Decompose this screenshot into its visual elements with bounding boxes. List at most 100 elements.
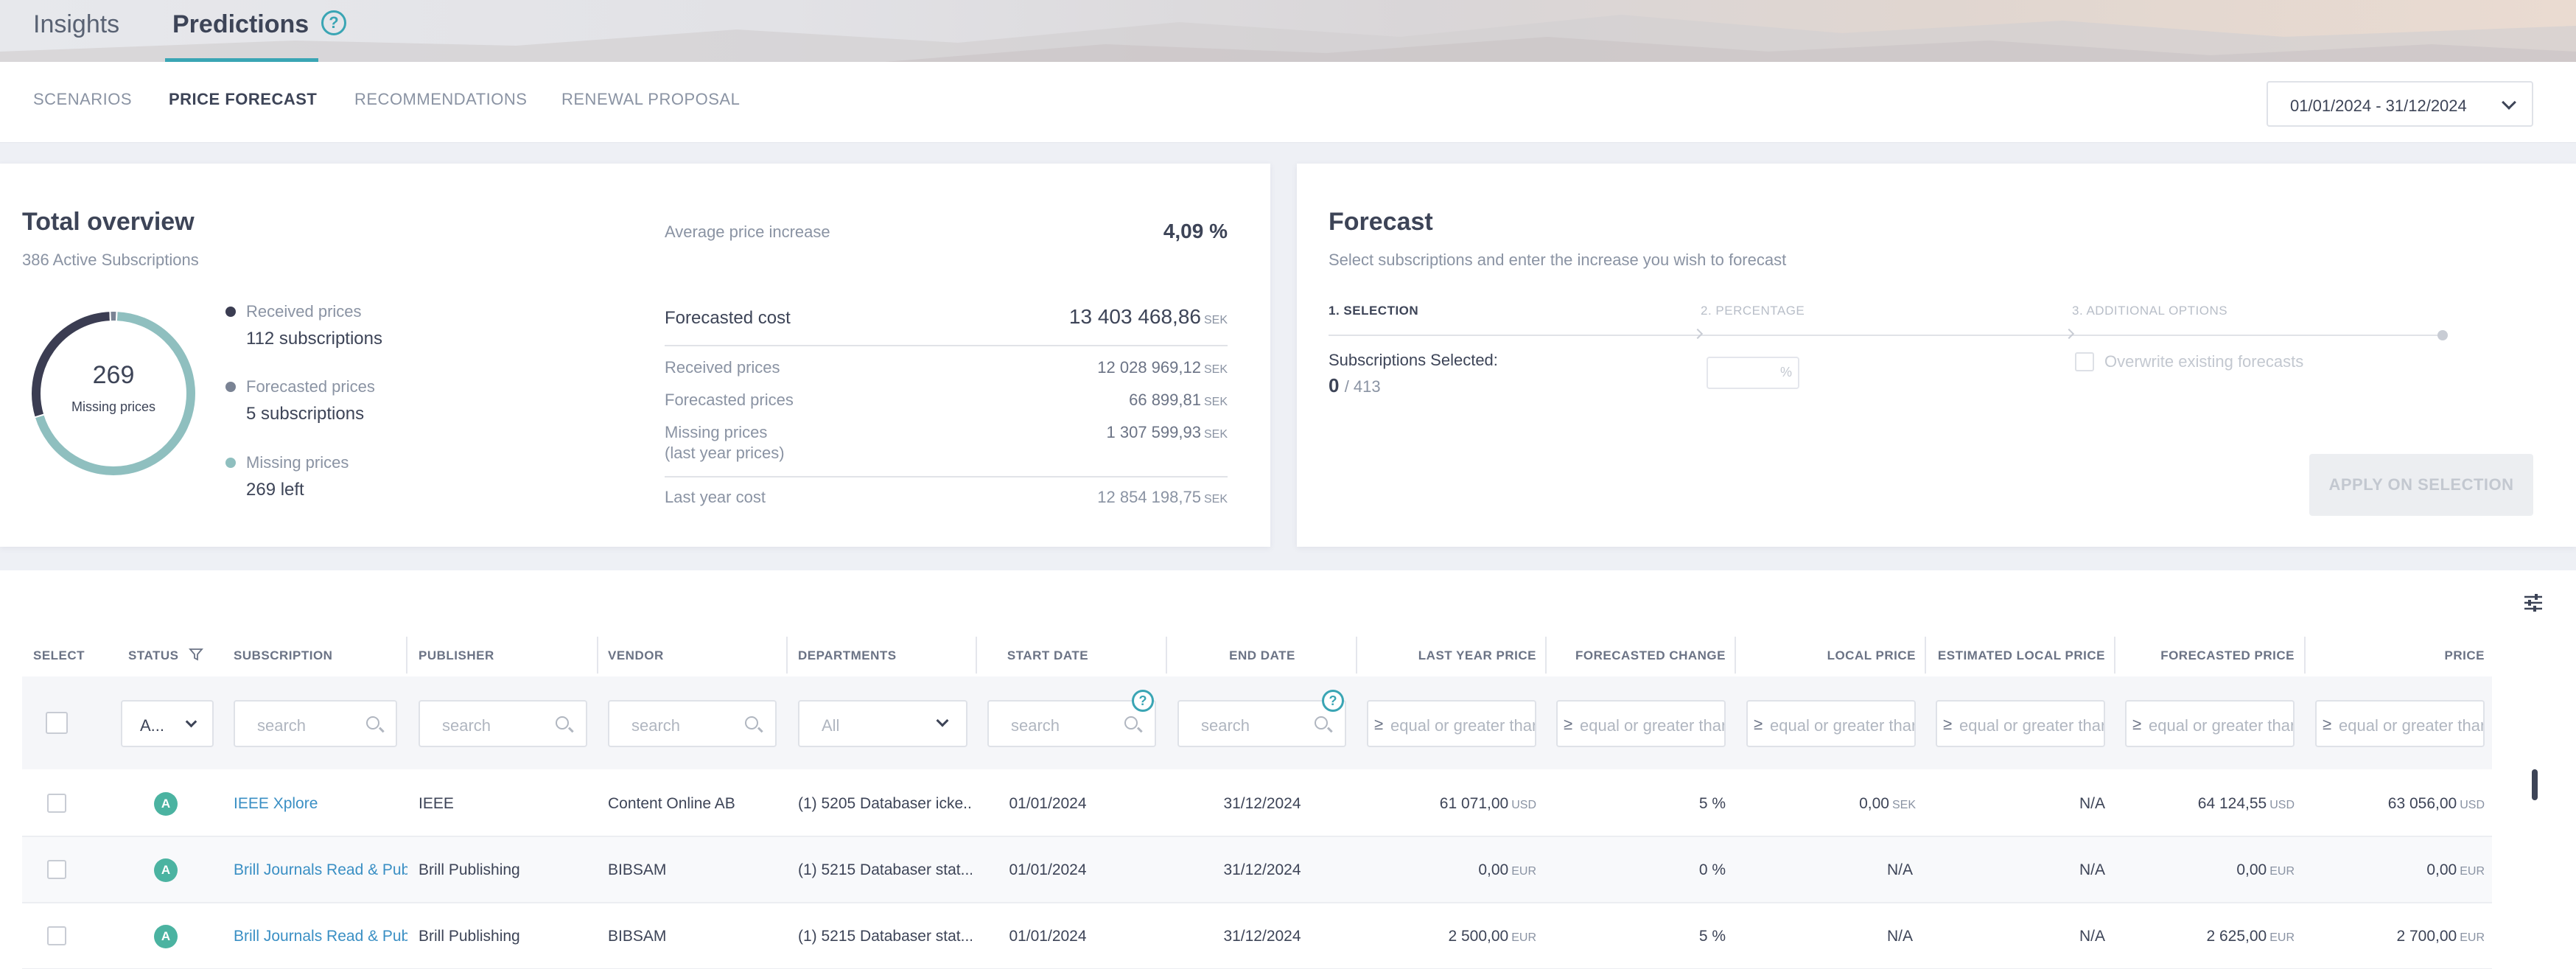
departments-filter-select[interactable]: All — [798, 700, 967, 747]
search-placeholder: search — [257, 716, 307, 735]
tab-insights[interactable]: Insights — [33, 10, 119, 39]
select-all-checkbox[interactable] — [46, 712, 68, 734]
forecasted-price-cell[interactable]: 64 124,55 USD — [2125, 795, 2295, 813]
publisher-cell: Brill Publishing — [419, 861, 520, 878]
search-icon — [1315, 716, 1328, 730]
filter-icon[interactable] — [189, 647, 203, 662]
table-scrollbar-thumb[interactable] — [2532, 769, 2538, 800]
start-date-cell: 01/01/2024 — [1009, 795, 1087, 812]
last-year-price-value: 2 500,00 — [1448, 928, 1509, 945]
row-select-checkbox[interactable] — [47, 794, 66, 813]
vendor-search-input[interactable]: search — [608, 700, 777, 747]
subscription-link[interactable]: Brill Journals Read & Publish — [234, 861, 407, 879]
numeric-filter-placeholder: equal or greater than — [2339, 716, 2485, 735]
price-value-wrap: 63 056,00 USD — [2387, 795, 2485, 813]
price-filter-input[interactable]: ≥ equal or greater than — [2315, 700, 2485, 747]
forecasted-change-filter-input[interactable]: ≥ equal or greater than — [1556, 700, 1726, 747]
step-additional-options: 3. ADDITIONAL OPTIONS — [2072, 304, 2228, 318]
subtab-recommendations[interactable]: RECOMMENDATIONS — [354, 90, 527, 109]
column-settings-icon[interactable] — [2523, 592, 2544, 613]
row-select-checkbox[interactable] — [47, 926, 66, 945]
date-range-select[interactable]: 01/01/2024 - 31/12/2024 — [2267, 81, 2533, 127]
help-icon[interactable]: ? — [321, 10, 346, 35]
forecasted-price-filter-input[interactable]: ≥ equal or greater than — [2125, 700, 2295, 747]
start-date-search-input[interactable]: search — [987, 700, 1156, 747]
last-year-price-currency: EUR — [1511, 931, 1536, 944]
price-cell[interactable]: 0,00 EUR — [2315, 861, 2485, 879]
price-value: 2 700,00 — [2396, 928, 2457, 945]
departments-cell: (1) 5205 Databaser icke... — [798, 795, 972, 812]
subtab-price-forecast[interactable]: PRICE FORECAST — [169, 90, 317, 109]
subscription-link[interactable]: Brill Journals Read & Publish — [234, 928, 407, 945]
date-range-value: 01/01/2024 - 31/12/2024 — [2290, 97, 2467, 115]
forecasted-change-cell[interactable]: 5 % — [1556, 795, 1726, 813]
price-cell[interactable]: 2 700,00 EUR — [2315, 928, 2485, 945]
top-banner: Insights Predictions ? — [0, 0, 2576, 62]
forecasted-change-cell[interactable]: 0 % — [1556, 861, 1726, 879]
subtab-renewal-proposal[interactable]: RENEWAL PROPOSAL — [561, 90, 740, 109]
end-date-help-icon[interactable]: ? — [1322, 690, 1344, 712]
forecast-subtitle: Select subscriptions and enter the incre… — [1329, 251, 1787, 269]
end-date-search-input[interactable]: search — [1177, 700, 1346, 747]
breakdown-received-label: Received prices — [665, 358, 780, 377]
estimated-local-price-cell[interactable]: N/A — [1936, 795, 2105, 813]
search-icon — [1124, 716, 1138, 730]
chevron-down-icon — [2502, 95, 2516, 110]
greater-equal-icon: ≥ — [1943, 715, 1953, 733]
forecasted-change-cell[interactable]: 5 % — [1556, 928, 1726, 945]
local-price-filter-input[interactable]: ≥ equal or greater than — [1746, 700, 1916, 747]
publisher-cell: Brill Publishing — [419, 928, 520, 945]
price-cell[interactable]: 63 056,00 USD — [2315, 795, 2485, 813]
subtab-scenarios[interactable]: SCENARIOS — [33, 90, 132, 109]
column-separator — [1166, 637, 1167, 674]
currency-unit: SEK — [1203, 396, 1228, 408]
publisher-search-input[interactable]: search — [419, 700, 587, 747]
numeric-filter-placeholder: equal or greater than — [1390, 716, 1536, 735]
status-badge: A — [154, 858, 178, 882]
status-filter-select[interactable]: A... — [121, 700, 214, 747]
header-publisher: PUBLISHER — [419, 648, 494, 662]
last-year-price-filter-input[interactable]: ≥ equal or greater than — [1367, 700, 1536, 747]
header-status: STATUS — [128, 648, 179, 662]
column-separator — [1545, 637, 1547, 674]
estimated-local-price-cell[interactable]: N/A — [1936, 928, 2105, 945]
last-year-label: Last year cost — [665, 488, 766, 506]
last-year-cost: 12 854 198,75 SEK — [958, 488, 1228, 507]
column-separator — [2114, 637, 2115, 674]
currency-unit: SEK — [1203, 314, 1228, 326]
greater-equal-icon: ≥ — [1374, 715, 1384, 733]
forecasted-cost-value: 13 403 468,86 — [1068, 305, 1201, 328]
vendor-cell: BIBSAM — [608, 861, 667, 878]
estimated-local-price-cell[interactable]: N/A — [1936, 861, 2105, 879]
forecasted-price-cell[interactable]: 2 625,00 EUR — [2125, 928, 2295, 945]
step-end-dot-icon — [2437, 330, 2448, 340]
start-date-cell: 01/01/2024 — [1009, 861, 1087, 878]
legend-missing-value: 269 left — [246, 480, 304, 500]
forecasted-price-cell[interactable]: 0,00 EUR — [2125, 861, 2295, 879]
legend-received-value: 112 subscriptions — [246, 329, 382, 349]
greater-equal-icon: ≥ — [2132, 715, 2142, 733]
received-dot-icon — [225, 307, 236, 317]
forecasted-change-value: 0 % — [1698, 861, 1726, 879]
price-value: 0,00 — [2426, 861, 2457, 878]
header-estimated-local-price: ESTIMATED LOCAL PRICE — [1937, 648, 2105, 662]
legend-forecasted-value: 5 subscriptions — [246, 404, 365, 424]
row-select-checkbox[interactable] — [47, 860, 66, 879]
subscription-search-input[interactable]: search — [234, 700, 397, 747]
apply-on-selection-button[interactable]: APPLY ON SELECTION — [2309, 454, 2533, 516]
column-separator — [1356, 637, 1357, 674]
breakdown-forecasted-value: 66 899,81 — [1129, 391, 1201, 409]
subscriptions-donut-chart — [30, 310, 197, 477]
status-badge: A — [154, 925, 178, 948]
breakdown-forecasted-label: Forecasted prices — [665, 391, 794, 409]
tab-predictions[interactable]: Predictions — [172, 10, 309, 39]
forecasted-price-value-wrap: 0,00 EUR — [2236, 861, 2295, 879]
subscription-link[interactable]: IEEE Xplore — [234, 795, 407, 813]
start-date-help-icon[interactable]: ? — [1132, 690, 1154, 712]
estimated-local-price-filter-input[interactable]: ≥ equal or greater than — [1936, 700, 2105, 747]
forecasted-price-value: 2 625,00 — [2206, 928, 2267, 945]
vendor-cell: Content Online AB — [608, 795, 735, 812]
percentage-input[interactable]: % — [1707, 357, 1799, 389]
forecasted-price-value-wrap: 2 625,00 EUR — [2206, 928, 2295, 945]
overwrite-checkbox[interactable] — [2075, 352, 2094, 371]
